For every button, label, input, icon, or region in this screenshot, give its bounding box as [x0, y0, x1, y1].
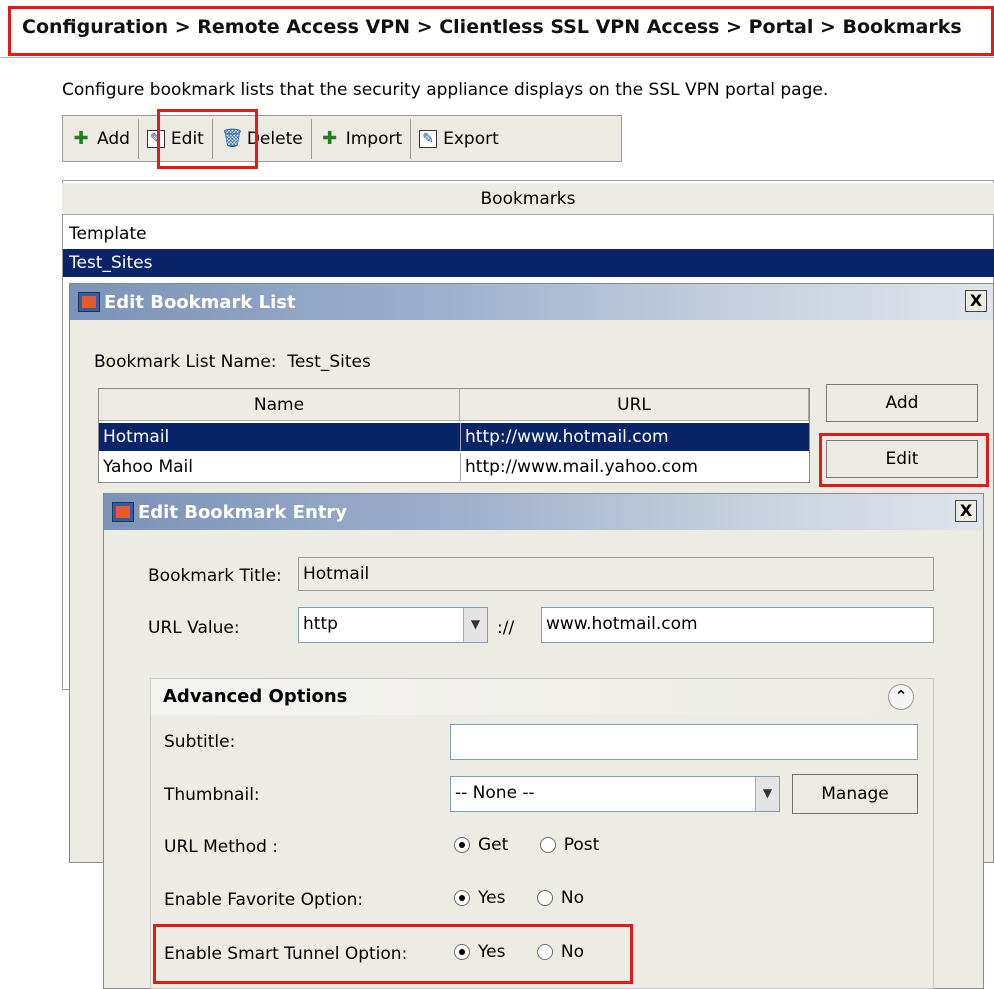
- dialog-title: Edit Bookmark List: [104, 291, 296, 313]
- thumbnail-label: Thumbnail:: [164, 785, 260, 805]
- export-button[interactable]: ✎ Export: [411, 119, 507, 159]
- radio-selected-icon: [454, 837, 470, 853]
- smart-tunnel-option-label: Enable Smart Tunnel Option:: [164, 944, 408, 964]
- radio-selected-icon: [454, 944, 470, 960]
- add-entry-button[interactable]: Add: [826, 384, 978, 422]
- entry-name: Hotmail: [99, 423, 460, 451]
- plus-icon: ✚: [73, 127, 89, 149]
- asdm-window-icon: [112, 502, 134, 522]
- dialog-title: Edit Bookmark Entry: [138, 501, 347, 523]
- entry-url: http://www.hotmail.com: [460, 423, 809, 451]
- import-button[interactable]: ✚ Import: [312, 118, 412, 159]
- delete-button[interactable]: 🗑 Delete: [213, 118, 312, 159]
- close-icon[interactable]: X: [965, 290, 987, 312]
- url-value-label: URL Value:: [148, 618, 240, 638]
- dialog-title-bar[interactable]: Edit Bookmark List: [70, 284, 993, 320]
- url-method-post-radio[interactable]: Post: [539, 835, 599, 855]
- bookmarks-toolbar: ✚ Add ✎ Edit 🗑 Delete ✚ Import ✎ Export: [62, 115, 622, 162]
- add-button[interactable]: ✚ Add: [63, 118, 139, 159]
- smart-tunnel-radio-group: Yes No: [454, 942, 610, 965]
- plus-icon: ✚: [322, 127, 338, 149]
- favorite-option-label: Enable Favorite Option:: [164, 890, 364, 910]
- subtitle-label: Subtitle:: [164, 732, 236, 752]
- collapse-icon[interactable]: ⌃: [888, 684, 914, 710]
- entry-url[interactable]: http://www.mail.yahoo.com: [460, 453, 809, 481]
- radio-unselected-icon: [536, 944, 553, 960]
- close-icon[interactable]: X: [955, 500, 977, 522]
- radio-unselected-icon: [536, 890, 553, 906]
- bookmarks-column-header[interactable]: Bookmarks: [62, 183, 994, 215]
- radio-selected-icon: [454, 890, 470, 906]
- url-method-label: URL Method :: [164, 837, 279, 857]
- edit-button[interactable]: ✎ Edit: [139, 118, 213, 159]
- advanced-options-header[interactable]: Advanced Options: [151, 679, 933, 715]
- subtitle-field[interactable]: [450, 724, 918, 760]
- favorite-option-radio-group: Yes No: [454, 888, 610, 911]
- trash-icon: 🗑: [220, 127, 244, 149]
- edit-icon: ✎: [419, 129, 438, 148]
- radio-unselected-icon: [539, 837, 556, 853]
- favorite-yes-radio[interactable]: Yes: [454, 888, 505, 908]
- table-row[interactable]: Template: [63, 220, 994, 248]
- favorite-no-radio[interactable]: No: [536, 888, 584, 908]
- breadcrumb: Configuration > Remote Access VPN > Clie…: [22, 16, 962, 38]
- url-method-get-radio[interactable]: Get: [454, 835, 508, 855]
- url-value-field[interactable]: www.hotmail.com: [541, 607, 934, 643]
- bookmark-title-field[interactable]: Hotmail: [298, 557, 934, 591]
- dialog-title-bar[interactable]: Edit Bookmark Entry: [104, 494, 983, 530]
- column-header-name[interactable]: Name: [99, 389, 460, 421]
- smart-tunnel-no-radio[interactable]: No: [536, 942, 584, 962]
- bookmark-title-label: Bookmark Title:: [148, 566, 282, 586]
- url-method-radio-group: Get Post: [454, 835, 625, 858]
- entry-name[interactable]: Yahoo Mail: [99, 453, 460, 481]
- column-header-url[interactable]: URL: [460, 389, 809, 421]
- url-separator: ://: [497, 618, 515, 638]
- edit-icon: ✎: [146, 129, 165, 148]
- thumbnail-select[interactable]: -- None -- ▼: [450, 776, 780, 812]
- page-description: Configure bookmark lists that the securi…: [62, 80, 829, 100]
- asdm-window-icon: [78, 292, 100, 312]
- chevron-down-icon[interactable]: ▼: [755, 777, 779, 811]
- edit-entry-button[interactable]: Edit: [826, 440, 978, 478]
- smart-tunnel-yes-radio[interactable]: Yes: [454, 942, 505, 962]
- manage-button[interactable]: Manage: [792, 774, 918, 814]
- chevron-down-icon[interactable]: ▼: [463, 608, 487, 642]
- url-scheme-select[interactable]: http ▼: [298, 607, 488, 643]
- table-row[interactable]: Test_Sites: [63, 249, 994, 277]
- bookmark-list-name: Bookmark List Name: Test_Sites: [94, 352, 371, 372]
